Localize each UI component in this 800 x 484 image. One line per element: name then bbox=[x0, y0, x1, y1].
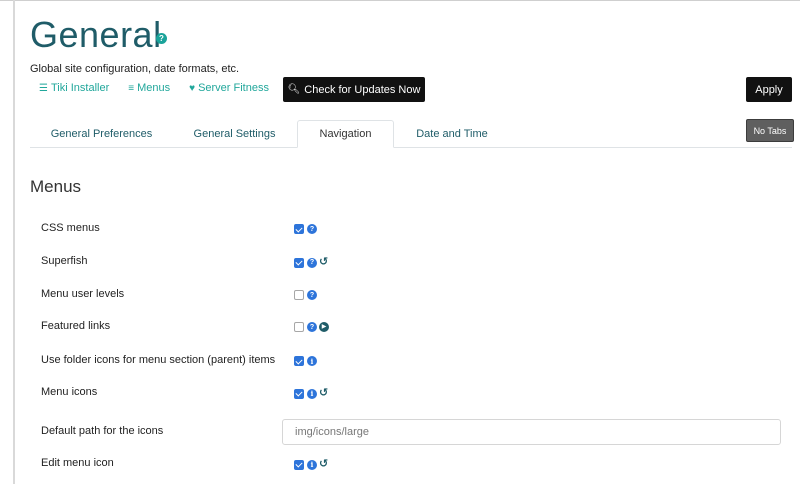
setting-label: Superfish bbox=[41, 255, 88, 267]
help-icon[interactable]: ? bbox=[307, 322, 317, 332]
top-links: ☰ Tiki Installer ≡ Menus ♥ Server Fitnes… bbox=[39, 82, 288, 94]
tiki-installer-label: Tiki Installer bbox=[50, 82, 110, 94]
setting-label: Menu user levels bbox=[41, 288, 125, 300]
reset-icon[interactable]: ↺ bbox=[319, 388, 328, 399]
tiki-installer-link[interactable]: ☰ Tiki Installer bbox=[39, 82, 109, 94]
info-icon[interactable]: i bbox=[307, 459, 317, 470]
icons-path-input[interactable] bbox=[282, 419, 781, 445]
menu-user-levels-checkbox[interactable] bbox=[294, 290, 304, 300]
help-icon[interactable]: ? bbox=[307, 257, 317, 268]
setting-controls: ? ▶ bbox=[294, 322, 331, 332]
menus-link[interactable]: ≡ Menus bbox=[128, 82, 170, 94]
css-menus-checkbox[interactable] bbox=[294, 224, 304, 234]
setting-label: Default path for the icons bbox=[41, 425, 164, 437]
apply-button[interactable]: Apply bbox=[746, 77, 792, 102]
menu-icons-checkbox[interactable] bbox=[294, 388, 304, 399]
setting-controls: ? ↺ bbox=[294, 257, 328, 268]
page-subtitle: Global site configuration, date formats,… bbox=[30, 63, 240, 75]
top-border bbox=[0, 0, 800, 1]
tab-navigation[interactable]: Navigation bbox=[297, 120, 394, 148]
folder-icons-checkbox[interactable] bbox=[294, 356, 304, 366]
reset-icon[interactable]: ↺ bbox=[319, 459, 328, 470]
search-icon: 🔍︎ bbox=[287, 84, 301, 95]
superfish-checkbox[interactable] bbox=[294, 257, 304, 268]
setting-label: Menu icons bbox=[41, 386, 98, 398]
featured-links-checkbox[interactable] bbox=[294, 322, 304, 332]
setting-controls: i ↺ bbox=[294, 459, 328, 470]
title-help-icon[interactable]: ? bbox=[156, 33, 167, 44]
setting-controls: ? bbox=[294, 290, 319, 300]
page-title: General bbox=[30, 14, 162, 55]
check-updates-label: Check for Updates Now bbox=[304, 83, 421, 96]
edit-menu-icon-checkbox[interactable] bbox=[294, 459, 304, 470]
tab-general-preferences[interactable]: General Preferences bbox=[30, 120, 173, 148]
setting-label: Edit menu icon bbox=[41, 457, 114, 469]
info-icon[interactable]: i bbox=[307, 356, 317, 366]
setting-controls: i bbox=[294, 356, 319, 366]
server-fitness-link[interactable]: ♥ Server Fitness bbox=[189, 82, 269, 94]
no-tabs-button[interactable]: No Tabs bbox=[746, 119, 794, 142]
server-fitness-label: Server Fitness bbox=[198, 82, 269, 94]
bars-icon: ≡ bbox=[128, 82, 135, 94]
play-icon[interactable]: ▶ bbox=[319, 322, 329, 332]
setting-controls: i ↺ bbox=[294, 388, 328, 399]
heartbeat-icon: ♥ bbox=[189, 82, 196, 94]
section-title: Menus bbox=[30, 177, 82, 196]
database-icon: ☰ bbox=[39, 82, 48, 94]
help-icon[interactable]: ? bbox=[307, 290, 317, 300]
info-icon[interactable]: i bbox=[307, 388, 317, 399]
left-border bbox=[13, 0, 15, 484]
setting-controls: ? bbox=[294, 224, 319, 234]
setting-label: Featured links bbox=[41, 320, 111, 332]
tab-general-settings[interactable]: General Settings bbox=[173, 120, 296, 148]
reset-icon[interactable]: ↺ bbox=[319, 257, 328, 268]
help-icon[interactable]: ? bbox=[307, 224, 317, 234]
setting-label: Use folder icons for menu section (paren… bbox=[41, 354, 276, 366]
tab-date-and-time[interactable]: Date and Time bbox=[394, 120, 510, 148]
setting-label: CSS menus bbox=[41, 222, 100, 234]
check-updates-button[interactable]: 🔍︎ Check for Updates Now bbox=[283, 77, 425, 102]
menus-label: Menus bbox=[137, 82, 171, 94]
